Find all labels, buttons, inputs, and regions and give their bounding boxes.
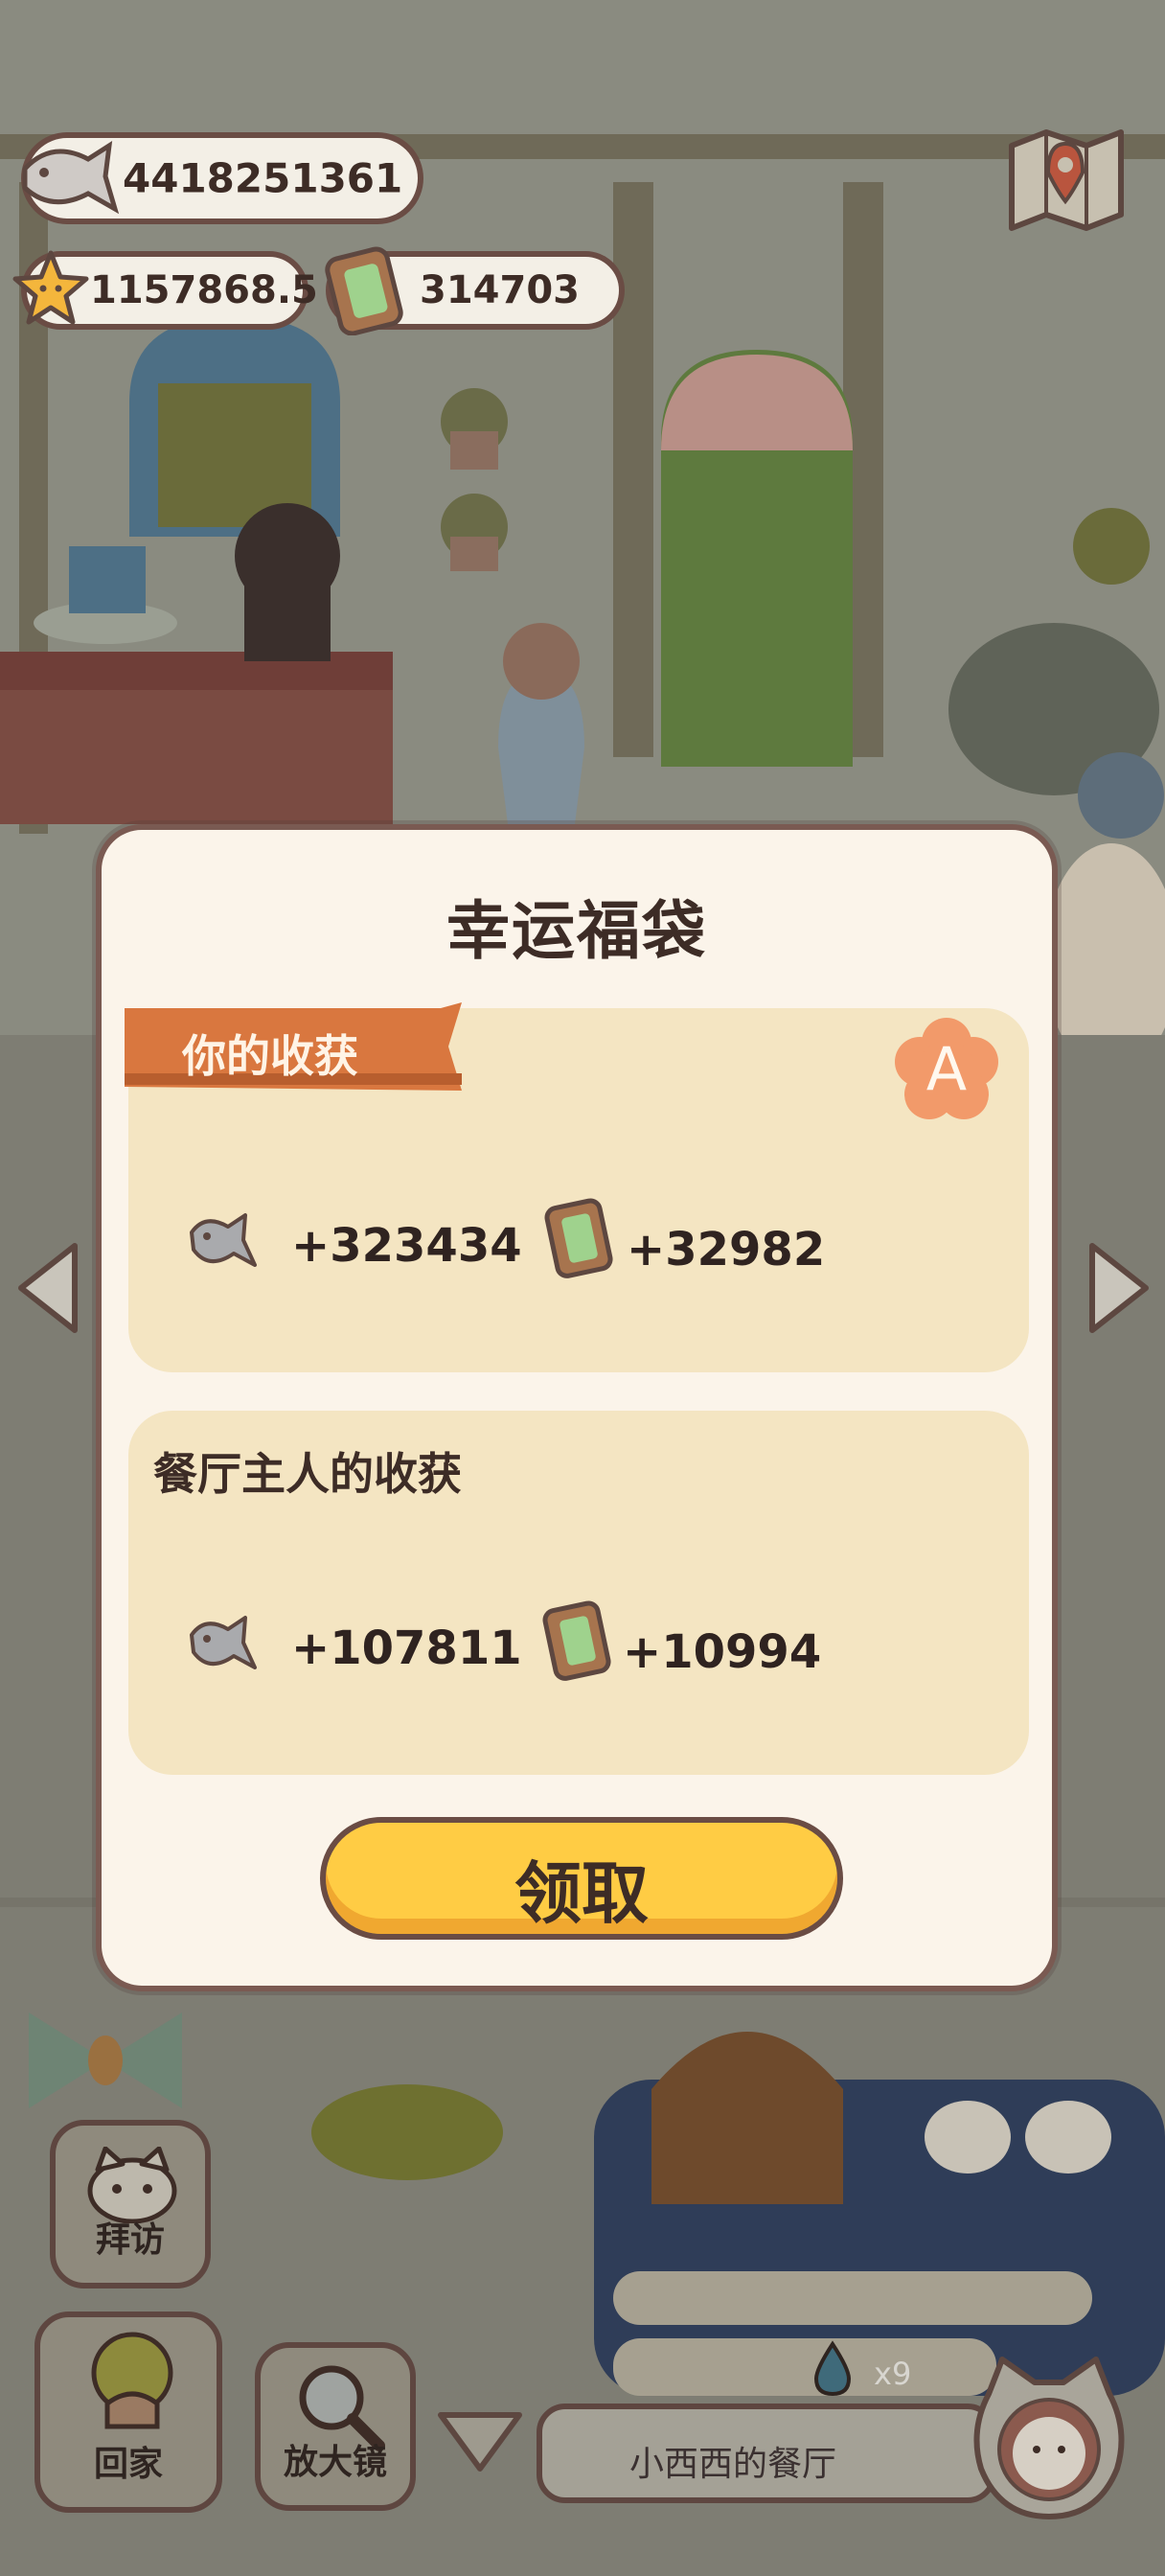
fish-icon <box>190 1213 257 1267</box>
your-battery-reward: +32982 <box>627 1223 826 1276</box>
battery-icon <box>542 1600 611 1681</box>
fish-icon <box>22 141 120 215</box>
owner-rewards-label: 餐厅主人的收获 <box>153 1448 462 1500</box>
owner-battery-reward: +10994 <box>623 1625 822 1679</box>
star-icon <box>12 250 89 325</box>
owner-rewards-card: 餐厅主人的收获 +107811 +10994 <box>128 1411 1029 1775</box>
claim-button[interactable]: 领取 <box>320 1817 843 1940</box>
water-drop-icon <box>813 2340 852 2397</box>
map-icon[interactable] <box>1006 123 1127 234</box>
water-count: x9 <box>874 2356 912 2392</box>
your-rewards-label: 你的收获 <box>182 1030 358 1082</box>
right-arrow-icon[interactable] <box>1083 1238 1155 1338</box>
visit-button[interactable]: 拜访 <box>50 2120 211 2288</box>
owner-fish-reward: +107811 <box>291 1622 522 1675</box>
cat-avatar-icon[interactable] <box>964 2354 1134 2522</box>
restaurant-name: 小西西的餐厅 <box>628 2445 836 2484</box>
your-rewards-card: 你的收获 A +323434 +32982 <box>125 1002 1029 1372</box>
home-button[interactable]: 回家 <box>34 2312 222 2513</box>
your-reward-row: +323434 +32982 <box>176 1198 1000 1305</box>
magnifier-label: 放大镜 <box>283 2443 387 2482</box>
chevron-down-icon[interactable] <box>433 2405 527 2476</box>
battery-amount: 314703 <box>420 268 580 312</box>
grade-letter: A <box>925 1034 968 1104</box>
your-fish-reward: +323434 <box>291 1219 522 1273</box>
visit-label: 拜访 <box>95 2220 165 2260</box>
owner-reward-row: +107811 +10994 <box>176 1600 1000 1708</box>
star-amount: 1157868.5 <box>90 268 318 312</box>
fish-amount: 4418251361 <box>123 154 403 202</box>
restaurant-name-plate: 小西西的餐厅 <box>537 2404 996 2503</box>
dialog-title: 幸运福袋 <box>446 894 707 968</box>
battery-icon <box>544 1198 613 1278</box>
left-arrow-icon[interactable] <box>11 1238 84 1338</box>
lucky-bag-dialog: 幸运福袋 你的收获 A +323434 +32982 餐厅主人的收获 +1078… <box>96 824 1058 1991</box>
tree-home-icon <box>91 2332 173 2429</box>
fish-icon <box>190 1616 257 1669</box>
claim-button-label: 领取 <box>514 1854 649 1933</box>
battery-icon <box>325 246 403 335</box>
magnifier-button[interactable]: 放大镜 <box>255 2342 416 2511</box>
home-label: 回家 <box>93 2445 163 2484</box>
